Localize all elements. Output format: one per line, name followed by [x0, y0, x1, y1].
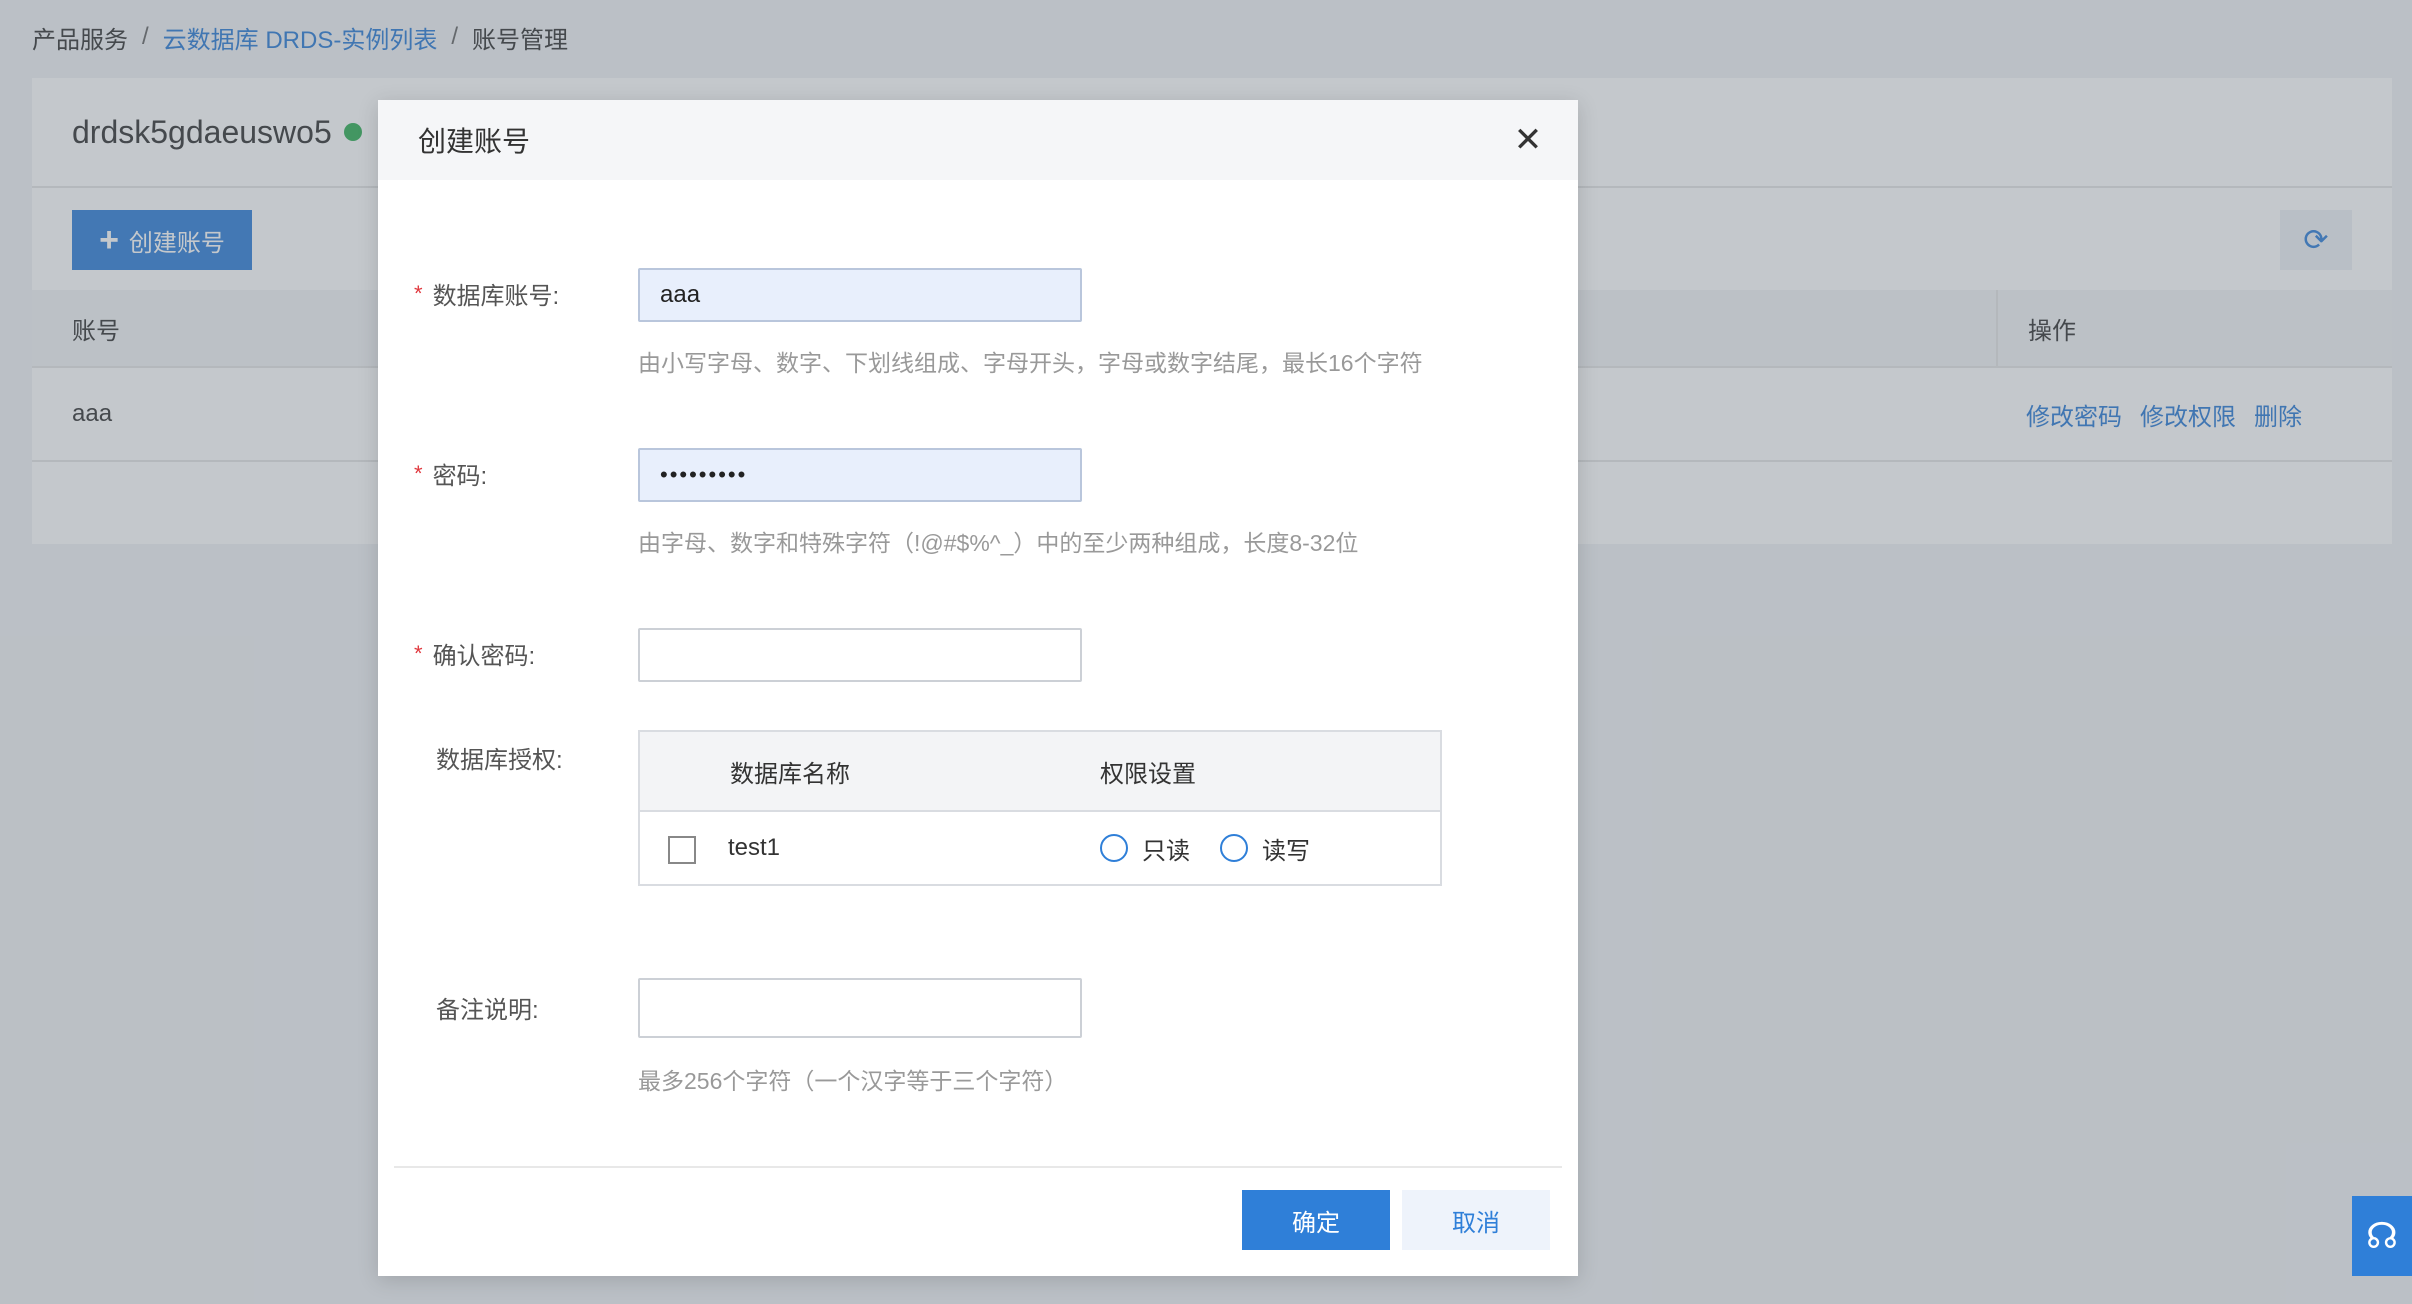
grant-table: 数据库名称 权限设置 test1 只读 读写	[638, 730, 1442, 886]
headset-icon: ☊	[2366, 1215, 2398, 1256]
remark-input[interactable]	[638, 978, 1082, 1038]
password-input[interactable]	[638, 448, 1082, 502]
column-header-db-name: 数据库名称	[730, 760, 850, 788]
confirm-password-input[interactable]	[638, 628, 1082, 682]
grant-table-header: 数据库名称 权限设置	[640, 732, 1440, 812]
grant-label-text: 数据库授权:	[436, 747, 563, 774]
dialog-title: 创建账号	[418, 126, 531, 157]
account-label: * 数据库账号:	[414, 276, 559, 311]
dialog-divider	[394, 1166, 1562, 1168]
required-marker: *	[414, 280, 423, 306]
radio-circle-icon	[1100, 834, 1128, 862]
radio-circle-icon	[1220, 834, 1248, 862]
password-label: * 密码:	[414, 456, 487, 491]
read-write-radio[interactable]: 读写	[1220, 831, 1310, 866]
remark-label-text: 备注说明:	[436, 997, 539, 1024]
read-write-label: 读写	[1262, 837, 1310, 865]
confirm-password-label: * 确认密码:	[414, 636, 535, 671]
password-hint: 由字母、数字和特殊字符（!@#$%^_）中的至少两种组成，长度8-32位	[638, 530, 1359, 556]
account-hint: 由小写字母、数字、下划线组成、字母开头，字母或数字结尾，最长16个字符	[638, 350, 1423, 376]
cancel-button[interactable]: 取消	[1402, 1190, 1550, 1250]
read-only-label: 只读	[1142, 837, 1190, 865]
remark-hint: 最多256个字符（一个汉字等于三个字符）	[638, 1068, 1068, 1094]
required-marker: *	[414, 640, 423, 666]
support-button[interactable]: ☊	[2352, 1196, 2412, 1276]
close-icon[interactable]: ✕	[1508, 120, 1548, 160]
dialog-header: 创建账号 ✕	[378, 100, 1578, 180]
db-name: test1	[728, 834, 781, 861]
column-header-permission: 权限设置	[1100, 760, 1196, 788]
grant-label: 数据库授权:	[414, 740, 563, 775]
grant-row: test1 只读 读写	[640, 812, 1440, 884]
db-checkbox[interactable]	[668, 836, 696, 864]
password-label-text: 密码:	[432, 463, 488, 490]
permission-radio-group: 只读 读写	[1100, 812, 1310, 884]
confirm-password-label-text: 确认密码:	[432, 643, 536, 670]
account-input[interactable]	[638, 268, 1082, 322]
confirm-button[interactable]: 确定	[1242, 1190, 1390, 1250]
required-marker: *	[414, 460, 423, 486]
create-account-dialog: 创建账号 ✕ * 数据库账号: 由小写字母、数字、下划线组成、字母开头，字母或数…	[378, 100, 1578, 1276]
remark-label: 备注说明:	[414, 990, 539, 1025]
read-only-radio[interactable]: 只读	[1100, 831, 1190, 866]
account-label-text: 数据库账号:	[432, 283, 560, 310]
